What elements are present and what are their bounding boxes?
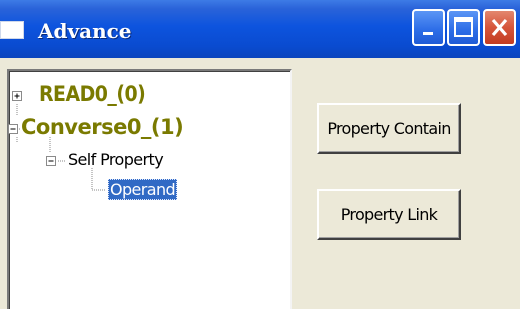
close-icon	[491, 18, 508, 37]
maximize-button[interactable]	[447, 9, 480, 46]
tree-view[interactable]: READ0_(0) Converse0_(1) Self Property Op…	[7, 69, 292, 309]
maximize-icon	[454, 17, 473, 37]
property-link-button[interactable]: Property Link	[317, 189, 461, 240]
advance-window: Advance READ0_(0) Converse0_(1) Self Pro…	[0, 0, 520, 309]
tree-node-operand[interactable]: Operand	[108, 179, 178, 200]
collapse-icon[interactable]	[8, 124, 19, 135]
tree-node-converse0[interactable]: Converse0_(1)	[21, 115, 184, 139]
close-button[interactable]	[483, 9, 516, 46]
tree-node-read0[interactable]: READ0_(0)	[39, 82, 146, 106]
window-icon	[0, 21, 24, 39]
tree-node-self-property[interactable]: Self Property	[68, 150, 164, 169]
minimize-button[interactable]	[412, 9, 445, 46]
expand-icon[interactable]	[12, 91, 23, 102]
property-contain-button[interactable]: Property Contain	[317, 103, 461, 154]
collapse-icon[interactable]	[46, 156, 57, 167]
minimize-icon	[423, 32, 433, 35]
title-bar[interactable]: Advance	[0, 0, 520, 58]
window-title: Advance	[38, 19, 132, 43]
